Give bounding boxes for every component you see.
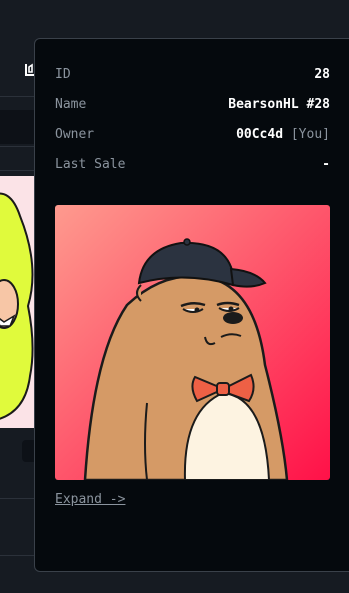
name-label: Name — [55, 97, 87, 112]
nft-details-popover: ID 28 Name BearsonHL #28 Owner 00Cc4d [Y… — [34, 38, 349, 572]
expand-link[interactable]: Expand -> — [55, 491, 125, 509]
id-value: 28 — [314, 67, 330, 82]
last-sale-value: - — [322, 157, 330, 172]
owner-value-group: 00Cc4d [You] — [236, 125, 330, 145]
detail-row-last-sale: Last Sale - — [55, 155, 330, 175]
owner-you-tag: [You] — [290, 127, 330, 142]
owner-label: Owner — [55, 127, 95, 142]
last-sale-label: Last Sale — [55, 157, 126, 172]
detail-row-id: ID 28 — [55, 65, 330, 85]
detail-row-owner: Owner 00Cc4d [You] — [55, 125, 330, 145]
owner-value[interactable]: 00Cc4d — [236, 127, 283, 142]
nft-image[interactable] — [55, 205, 330, 480]
name-value: BearsonHL #28 — [228, 97, 330, 112]
detail-row-name: Name BearsonHL #28 — [55, 95, 330, 115]
id-label: ID — [55, 67, 71, 82]
